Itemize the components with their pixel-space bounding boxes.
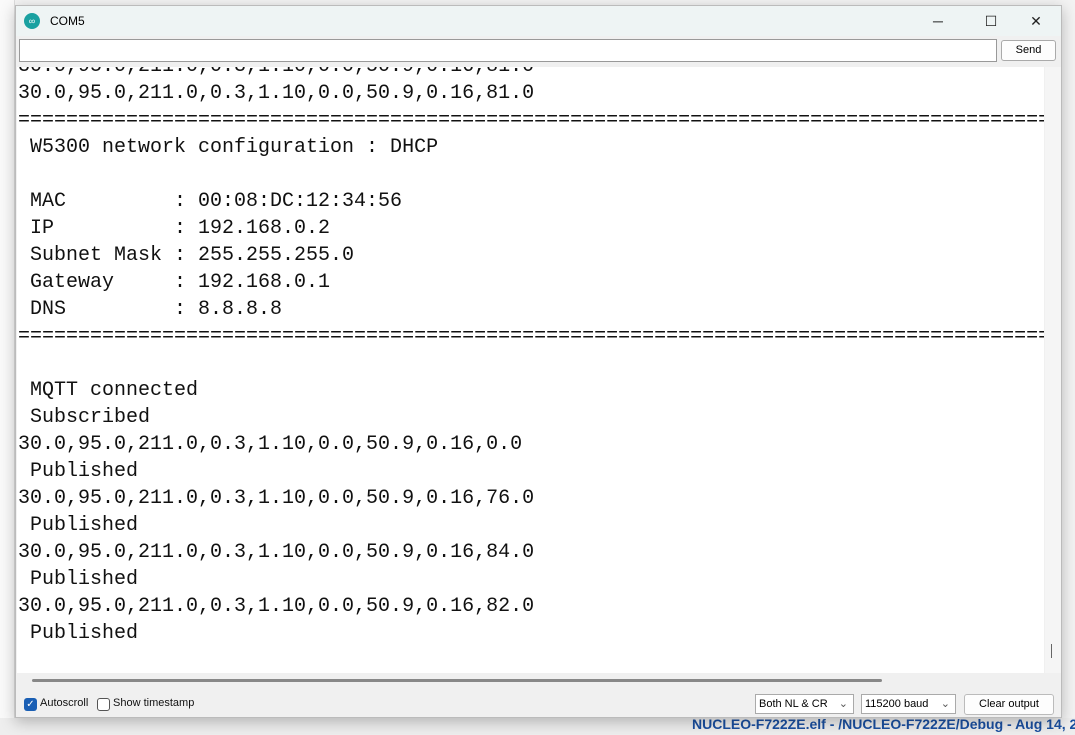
output-line: MQTT connected <box>18 379 199 402</box>
arduino-logo-icon: ∞ <box>24 13 40 29</box>
output-line: Published <box>18 514 139 537</box>
output-line: Published <box>18 622 139 645</box>
output-line: Published <box>18 460 139 483</box>
title-bar: ∞ COM5 ─ ☐ ✕ <box>16 6 1061 36</box>
output-line: 30.0,95.0,211.0,0.3,1.10,0.0,50.9,0.16,8… <box>18 541 535 564</box>
clear-output-button[interactable]: Clear output <box>964 694 1054 715</box>
scrollbar-thumb[interactable] <box>32 679 882 682</box>
output-line: Subscribed <box>18 406 151 429</box>
serial-output[interactable]: 30.0,95.0,211.0,0.3,1.10,0.0,50.9,0.16,8… <box>17 67 1044 673</box>
output-line: Subnet Mask : 255.255.255.0 <box>18 244 355 267</box>
line-ending-value: Both NL & CR <box>759 698 828 710</box>
output-line: ========================================… <box>18 325 1044 348</box>
output-line: DNS : 8.8.8.8 <box>18 298 283 321</box>
horizontal-scrollbar[interactable] <box>17 674 1044 686</box>
chevron-down-icon: ⌄ <box>940 698 950 710</box>
footer-bar: ✓ Autoscroll Show timestamp Both NL & CR… <box>16 689 1061 717</box>
output-line: ========================================… <box>18 109 1044 132</box>
send-input[interactable] <box>19 39 997 62</box>
output-line: 30.0,95.0,211.0,0.3,1.10,0.0,50.9,0.16,8… <box>18 67 1044 80</box>
output-line: 30.0,95.0,211.0,0.3,1.10,0.0,50.9,0.16,0… <box>18 433 523 456</box>
output-line: W5300 network configuration : DHCP <box>18 136 439 159</box>
output-line: MAC : 00:08:DC:12:34:56 <box>18 190 403 213</box>
autoscroll-label: Autoscroll <box>40 697 89 709</box>
window-title: COM5 <box>50 14 85 28</box>
output-line: 30.0,95.0,211.0,0.3,1.10,0.0,50.9,0.16,7… <box>18 487 535 510</box>
background-editor <box>0 0 15 735</box>
output-line: IP : 192.168.0.2 <box>18 217 331 240</box>
output-line: 30.0,95.0,211.0,0.3,1.10,0.0,50.9,0.16,8… <box>18 82 535 105</box>
timestamp-checkbox[interactable] <box>97 698 110 711</box>
output-line: Published <box>18 568 139 591</box>
close-button[interactable]: ✕ <box>1013 6 1059 36</box>
scrollbar-thumb[interactable] <box>1051 644 1052 658</box>
serial-monitor-window: ∞ COM5 ─ ☐ ✕ Send 30.0,95.0,211.0,0.3,1.… <box>15 5 1062 718</box>
output-line: 30.0,95.0,211.0,0.3,1.10,0.0,50.9,0.16,8… <box>18 595 535 618</box>
send-button[interactable]: Send <box>1001 40 1056 61</box>
output-line: Gateway : 192.168.0.1 <box>18 271 331 294</box>
baud-select[interactable]: 115200 baud ⌄ <box>861 694 956 714</box>
background-status: NUCLEO-F722ZE.elf - /NUCLEO-F722ZE/Debug… <box>692 716 1075 732</box>
line-ending-select[interactable]: Both NL & CR ⌄ <box>755 694 854 714</box>
timestamp-label: Show timestamp <box>113 697 195 709</box>
vertical-scrollbar[interactable] <box>1045 67 1061 673</box>
chevron-down-icon: ⌄ <box>838 698 848 710</box>
baud-value: 115200 baud <box>865 698 929 710</box>
autoscroll-checkbox[interactable]: ✓ <box>24 698 37 711</box>
maximize-button[interactable]: ☐ <box>968 6 1014 36</box>
minimize-button[interactable]: ─ <box>915 6 961 36</box>
